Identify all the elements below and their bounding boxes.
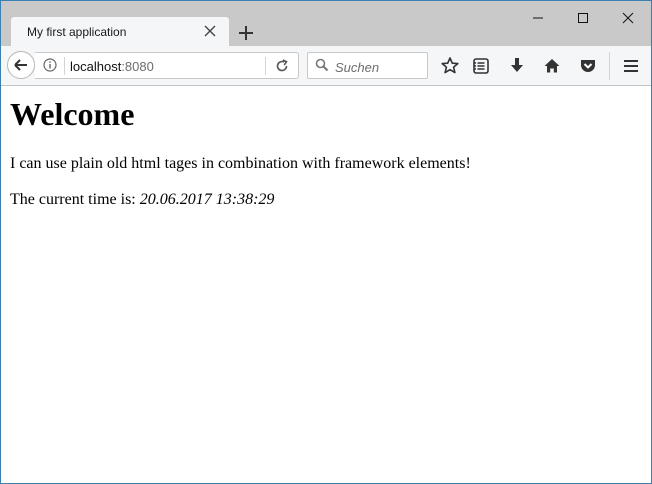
menu-icon[interactable] (620, 55, 642, 77)
bookmark-star-icon[interactable] (439, 55, 461, 77)
reader-list-icon[interactable] (470, 55, 492, 77)
tab-title: My first application (27, 25, 127, 39)
search-box[interactable]: Suchen (307, 52, 428, 79)
intro-paragraph: I can use plain old html tages in combin… (10, 155, 471, 172)
download-icon[interactable] (506, 55, 528, 77)
url-host: localhost (70, 59, 122, 74)
time-label: The current time is: (10, 191, 140, 208)
maximize-icon[interactable] (560, 3, 606, 33)
current-time-paragraph: The current time is: 20.06.2017 13:38:29 (10, 191, 274, 209)
page-content: Welcome I can use plain old html tages i… (1, 86, 651, 483)
url-bar[interactable]: localhost:8080 (35, 52, 299, 79)
close-window-icon[interactable] (605, 3, 651, 33)
back-arrow-icon (14, 59, 27, 71)
tab-strip: My first application (1, 1, 651, 46)
minimize-icon[interactable] (515, 3, 561, 33)
search-icon (315, 58, 329, 72)
browser-tab[interactable]: My first application (11, 17, 229, 46)
toolbar-separator (609, 52, 610, 80)
browser-window: My first application localhost:8080 Such… (0, 0, 652, 484)
pocket-icon[interactable] (577, 55, 599, 77)
navigation-toolbar: localhost:8080 Suchen (1, 46, 651, 86)
back-button[interactable] (7, 51, 35, 79)
info-icon[interactable] (43, 58, 57, 72)
reload-separator (265, 57, 266, 75)
home-icon[interactable] (541, 55, 563, 77)
page-heading: Welcome (10, 96, 135, 132)
tab-close-icon[interactable] (201, 22, 219, 40)
url-port: :8080 (121, 59, 154, 74)
search-placeholder: Suchen (335, 60, 380, 75)
new-tab-icon[interactable] (235, 22, 257, 44)
reload-icon[interactable] (273, 57, 291, 75)
time-value: 20.06.2017 13:38:29 (139, 191, 275, 208)
url-text[interactable]: localhost:8080 (70, 59, 154, 74)
url-separator (64, 57, 65, 75)
